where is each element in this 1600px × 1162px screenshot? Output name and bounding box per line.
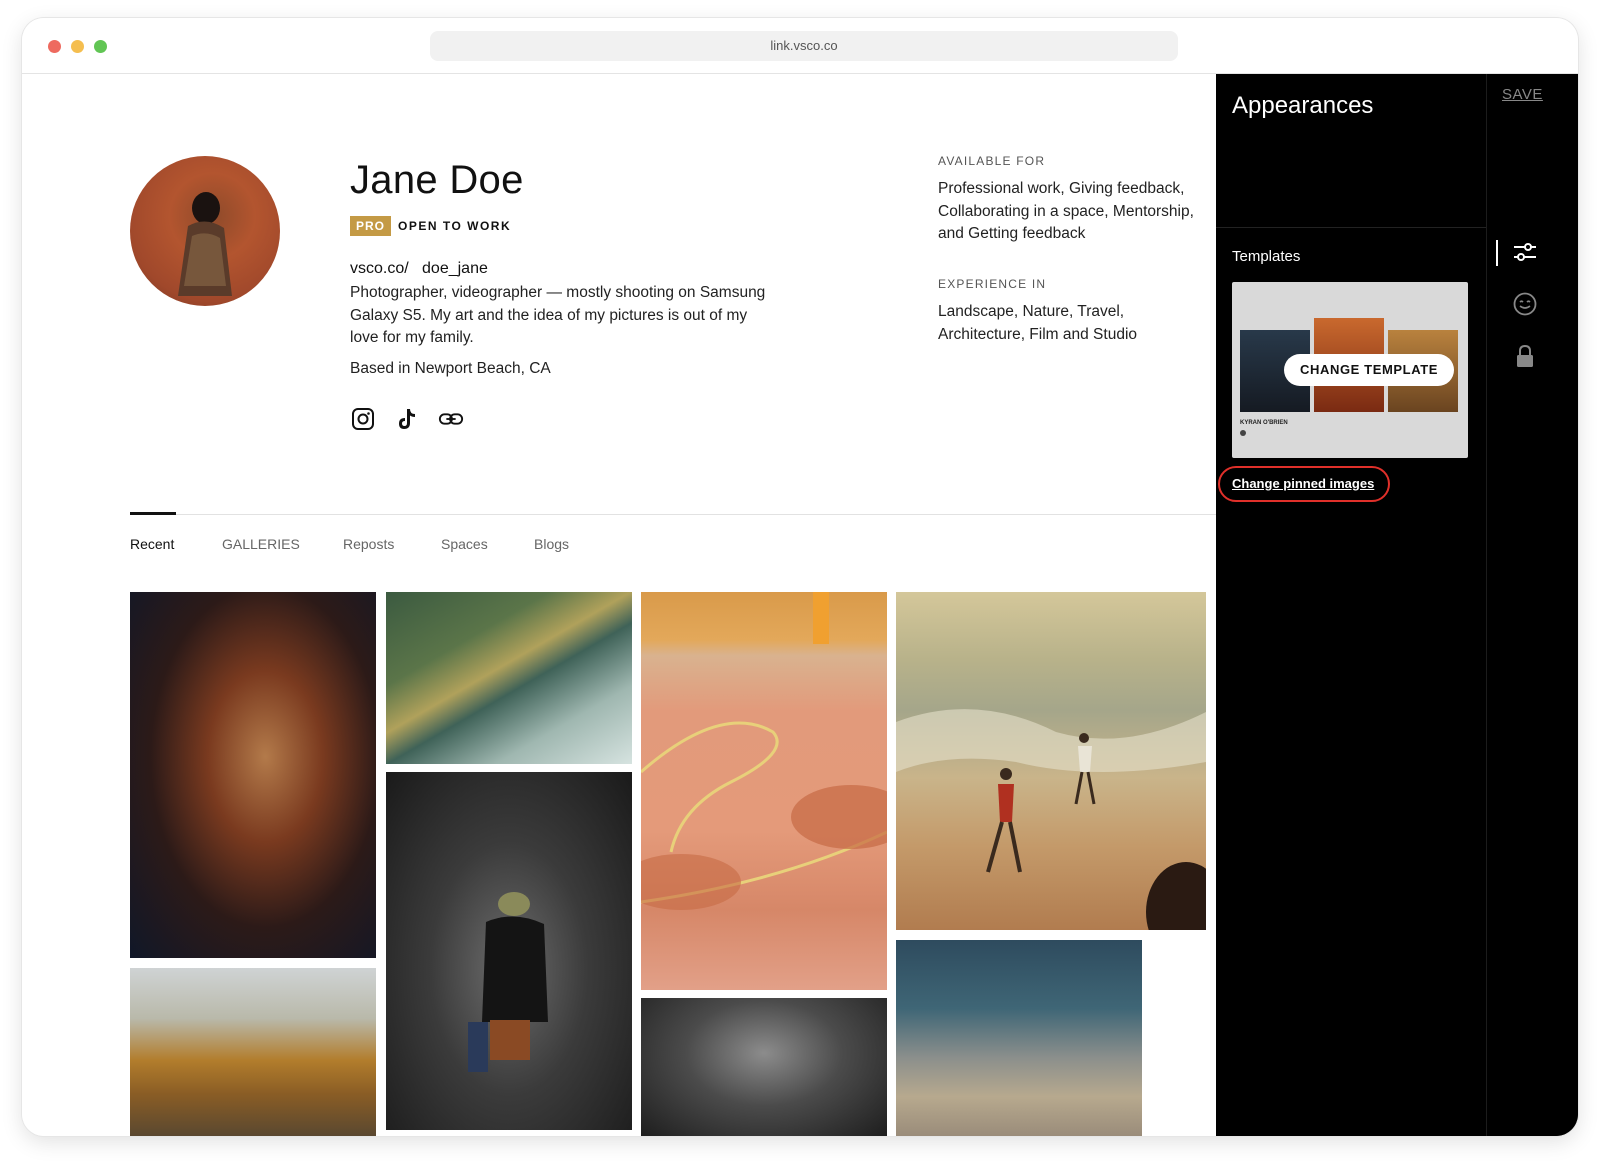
photo-figure <box>468 892 548 1072</box>
sliders-icon[interactable] <box>1512 240 1538 266</box>
photo-tile[interactable] <box>641 592 887 990</box>
experience-text: Landscape, Nature, Travel, Architecture,… <box>938 303 1138 343</box>
rail-divider <box>1486 74 1487 1136</box>
avatar-figure <box>178 192 232 296</box>
url-bar[interactable]: link.vsco.co <box>430 31 1178 61</box>
photo-tile[interactable] <box>896 592 1206 930</box>
instagram-icon[interactable] <box>350 406 376 432</box>
available-for-text: Professional work, Giving feedback, Coll… <box>938 180 1194 242</box>
profile-bio: Photographer, videographer — mostly shoo… <box>350 284 766 346</box>
social-links <box>350 406 464 432</box>
photo-tile[interactable] <box>641 998 887 1136</box>
change-pinned-images-link[interactable]: Change pinned images <box>1232 476 1374 491</box>
lock-icon[interactable] <box>1512 343 1538 369</box>
link-icon[interactable] <box>438 406 464 432</box>
photo-tile[interactable] <box>386 592 632 764</box>
smiley-icon[interactable] <box>1512 291 1538 317</box>
panel-icon-rail <box>1486 74 1578 1136</box>
browser-titlebar: link.vsco.co <box>22 18 1578 74</box>
tab-spaces[interactable]: Spaces <box>441 536 488 552</box>
tab-blogs[interactable]: Blogs <box>534 536 569 552</box>
pro-badge: PRO <box>350 216 392 236</box>
templates-label: Templates <box>1232 248 1301 265</box>
photo-tile[interactable] <box>386 772 632 1130</box>
photo-beach-figures <box>896 709 1206 930</box>
tabs-divider <box>130 514 1216 515</box>
browser-window: link.vsco.co Jane Doe PRO OPEN TO WORK v… <box>22 18 1578 1136</box>
active-tab-indicator <box>130 512 176 515</box>
profile-location: Based in Newport Beach, CA <box>350 360 551 377</box>
available-for-label: AVAILABLE FOR <box>938 154 1046 168</box>
tab-galleries[interactable]: GALLERIES <box>222 536 300 552</box>
maximize-window-button[interactable] <box>94 40 107 53</box>
open-to-work-status: OPEN TO WORK <box>398 219 512 233</box>
close-window-button[interactable] <box>48 40 61 53</box>
photo-tile[interactable] <box>130 592 376 958</box>
avatar[interactable] <box>130 156 280 306</box>
change-template-button[interactable]: CHANGE TEMPLATE <box>1284 354 1455 386</box>
profile-name: Jane Doe <box>350 158 524 202</box>
profile-handle[interactable]: vsco.co/ doe_jane <box>350 260 488 278</box>
template-preview-avatar <box>1240 430 1246 436</box>
profile-page: Jane Doe PRO OPEN TO WORK vsco.co/ doe_j… <box>22 74 1242 1136</box>
template-preview[interactable]: KYRAN O'BRIEN CHANGE TEMPLATE <box>1232 282 1468 458</box>
panel-divider <box>1216 227 1486 228</box>
rail-active-indicator <box>1496 240 1498 266</box>
save-button[interactable]: SAVE <box>1502 86 1543 103</box>
tiktok-icon[interactable] <box>394 406 420 432</box>
panel-title: Appearances <box>1232 92 1374 119</box>
photo-tile[interactable] <box>896 940 1142 1136</box>
template-preview-name: KYRAN O'BRIEN <box>1240 420 1288 426</box>
tab-recent[interactable]: Recent <box>130 536 174 552</box>
experience-label: EXPERIENCE IN <box>938 277 1047 291</box>
minimize-window-button[interactable] <box>71 40 84 53</box>
tab-reposts[interactable]: Reposts <box>343 536 394 552</box>
photo-hose <box>641 592 887 910</box>
photo-tile[interactable] <box>130 968 376 1136</box>
